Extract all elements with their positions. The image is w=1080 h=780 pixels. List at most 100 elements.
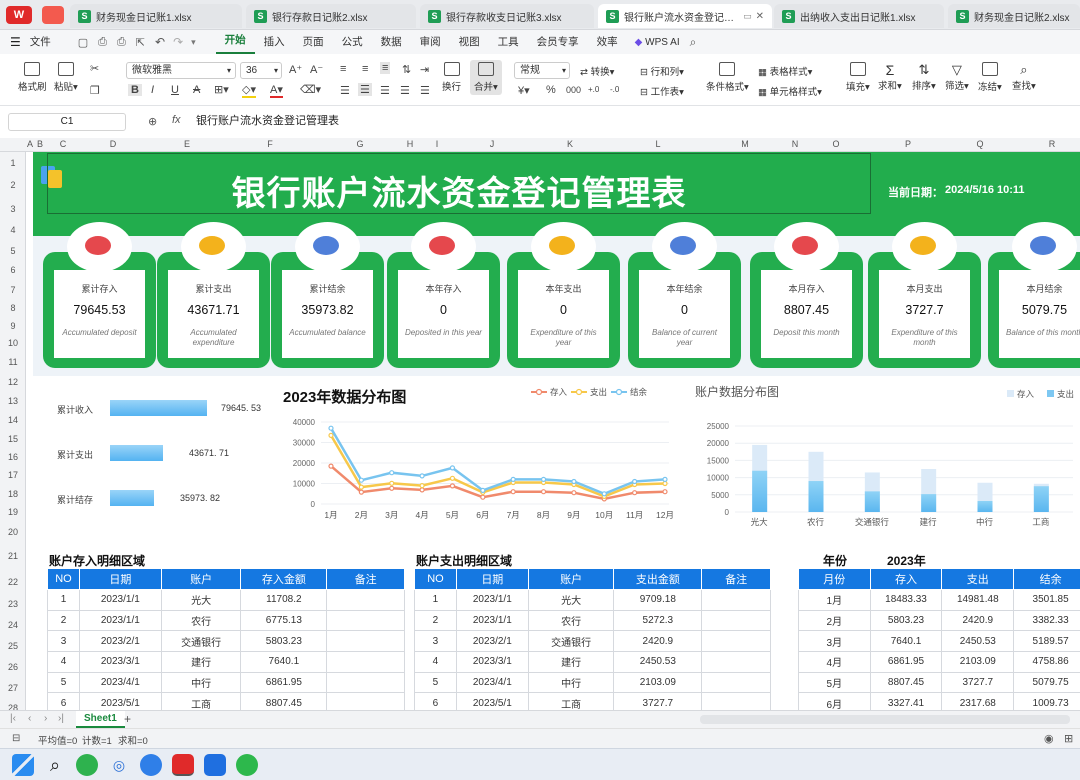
table-cell[interactable]: 2023/4/1 bbox=[455, 671, 529, 694]
table-cell[interactable] bbox=[701, 671, 771, 694]
table-cell[interactable]: 2023/3/1 bbox=[78, 651, 162, 673]
menu-item-7[interactable]: 视图 bbox=[450, 30, 489, 54]
feishu-icon[interactable] bbox=[204, 754, 226, 776]
table-cell[interactable]: 农行 bbox=[527, 609, 615, 632]
align-top-icon[interactable]: ≡ bbox=[340, 63, 346, 75]
horizontal-scrollbar[interactable] bbox=[700, 715, 1070, 724]
table-cell[interactable]: 2023/1/1 bbox=[455, 609, 529, 632]
table-cell[interactable]: 5月 bbox=[798, 671, 871, 694]
browser-icon[interactable] bbox=[140, 754, 162, 776]
table-cell[interactable] bbox=[701, 692, 771, 710]
increase-decimal-icon[interactable]: +.0 bbox=[588, 85, 599, 94]
table-cell[interactable]: 2450.53 bbox=[941, 630, 1015, 653]
column-header[interactable]: 备注 bbox=[701, 568, 771, 590]
column-header[interactable]: 月份 bbox=[798, 568, 871, 590]
row-header-cell[interactable]: 23 bbox=[0, 599, 26, 609]
monitor-icon[interactable]: ▭ bbox=[743, 11, 752, 22]
table-cell[interactable]: 建行 bbox=[527, 651, 615, 673]
cut-icon[interactable]: ✂ bbox=[90, 62, 99, 75]
fill-color-icon[interactable]: ◇▾ bbox=[242, 83, 256, 98]
column-header[interactable]: 备注 bbox=[326, 568, 405, 590]
row-header-cell[interactable]: 22 bbox=[0, 577, 26, 587]
table-cell[interactable]: 2023/2/1 bbox=[78, 630, 162, 653]
table-cell[interactable]: 2103.09 bbox=[613, 671, 703, 694]
row-header-cell[interactable]: 8 bbox=[0, 303, 26, 313]
table-cell[interactable]: 中行 bbox=[160, 671, 242, 694]
row-header-cell[interactable]: 24 bbox=[0, 620, 26, 630]
table-cell[interactable] bbox=[701, 589, 771, 611]
menu-item-1[interactable]: 开始 bbox=[215, 30, 255, 54]
column-header[interactable]: 日期 bbox=[78, 568, 162, 590]
table-cell[interactable] bbox=[326, 651, 405, 673]
column-header[interactable]: 存入 bbox=[869, 568, 943, 590]
table-cell[interactable]: 5189.57 bbox=[1013, 630, 1080, 653]
table-cell[interactable]: 2023/5/1 bbox=[455, 692, 529, 710]
border-icon[interactable]: ⊞▾ bbox=[214, 83, 229, 96]
table-cell[interactable]: 6775.13 bbox=[240, 609, 328, 632]
table-cell[interactable]: 2317.68 bbox=[941, 692, 1015, 710]
table-cell[interactable]: 7640.1 bbox=[869, 630, 943, 653]
find-button[interactable]: ⌕ 查找▾ bbox=[1012, 62, 1036, 92]
table-cell[interactable]: 3 bbox=[47, 630, 80, 653]
table-cell[interactable]: 6 bbox=[47, 692, 80, 710]
number-format-select[interactable]: 常规 ▾ bbox=[514, 62, 570, 79]
row-col-button[interactable]: ⊟ 行和列▾ bbox=[640, 64, 684, 78]
italic-icon[interactable]: I bbox=[151, 84, 154, 96]
wechat-icon[interactable] bbox=[236, 754, 258, 776]
menu-item-9[interactable]: 会员专享 bbox=[528, 30, 588, 54]
column-header-cell[interactable]: K bbox=[562, 139, 578, 149]
column-header-cell[interactable]: E bbox=[179, 139, 195, 149]
table-cell[interactable]: 4 bbox=[47, 651, 80, 673]
table-cell[interactable]: 农行 bbox=[160, 609, 242, 632]
align-bottom-icon[interactable]: ≡ bbox=[380, 62, 391, 74]
table-cell[interactable]: 2 bbox=[47, 609, 80, 632]
table-cell[interactable]: 2023/1/1 bbox=[78, 589, 162, 611]
row-header-cell[interactable]: 12 bbox=[0, 377, 26, 387]
align-left-icon[interactable]: ☰ bbox=[340, 84, 350, 97]
row-header-cell[interactable]: 14 bbox=[0, 415, 26, 425]
column-header[interactable]: 账户 bbox=[527, 568, 615, 590]
export-icon[interactable]: ⇱ bbox=[136, 36, 145, 49]
column-header[interactable]: 日期 bbox=[455, 568, 529, 590]
font-color-icon[interactable]: A▾ bbox=[270, 83, 283, 98]
row-header-cell[interactable]: 7 bbox=[0, 285, 26, 295]
font-name-select[interactable]: 微软雅黑 ▾ bbox=[126, 62, 236, 79]
table-cell[interactable]: 6 bbox=[414, 692, 457, 710]
file-tab-2[interactable]: S 银行存款日记账2.xlsx bbox=[246, 4, 416, 28]
file-tab-1[interactable]: S 财务现金日记账1.xlsx bbox=[70, 4, 242, 28]
table-cell[interactable]: 14981.48 bbox=[941, 589, 1015, 611]
table-cell[interactable] bbox=[326, 692, 405, 710]
font-size-select[interactable]: 36 ▾ bbox=[240, 62, 282, 79]
merge-button[interactable]: 合并▾ bbox=[470, 60, 502, 95]
menu-item-6[interactable]: 审阅 bbox=[411, 30, 450, 54]
table-cell[interactable] bbox=[326, 630, 405, 653]
sort-button[interactable]: ⇅ 排序▾ bbox=[912, 62, 936, 92]
table-cell[interactable]: 2023/5/1 bbox=[78, 692, 162, 710]
sum-button[interactable]: Σ 求和▾ bbox=[878, 62, 902, 92]
justify-icon[interactable]: ☰ bbox=[400, 84, 410, 97]
pdf-icon[interactable] bbox=[42, 6, 64, 24]
copy-icon[interactable]: ❐ bbox=[90, 84, 100, 97]
redo-icon[interactable]: ↷ bbox=[173, 35, 183, 49]
table-cell[interactable]: 2023/3/1 bbox=[455, 651, 529, 673]
wrap-button[interactable]: 换行 bbox=[442, 62, 461, 93]
row-header-cell[interactable]: 2 bbox=[0, 180, 26, 190]
table-style-button[interactable]: ▦ 表格样式▾ bbox=[758, 64, 812, 78]
file-tab-6[interactable]: S 财务现金日记账2.xlsx bbox=[948, 4, 1080, 28]
align-center-icon[interactable]: ☰ bbox=[358, 83, 372, 96]
table-cell[interactable]: 3382.33 bbox=[1013, 609, 1080, 632]
table-cell[interactable]: 2420.9 bbox=[941, 609, 1015, 632]
column-header-cell[interactable]: P bbox=[900, 139, 916, 149]
row-header-cell[interactable]: 13 bbox=[0, 396, 26, 406]
column-header[interactable]: 账户 bbox=[160, 568, 242, 590]
table-cell[interactable]: 1 bbox=[414, 589, 457, 611]
strikethrough-icon[interactable]: A bbox=[193, 84, 200, 96]
column-header-cell[interactable]: O bbox=[828, 139, 844, 149]
file-tab-3[interactable]: S 银行存款收支日记账3.xlsx bbox=[420, 4, 594, 28]
row-header-cell[interactable]: 19 bbox=[0, 507, 26, 517]
menu-file[interactable]: 文件 bbox=[21, 30, 60, 54]
column-header-cell[interactable]: R bbox=[1044, 139, 1060, 149]
column-header-cell[interactable]: C bbox=[55, 139, 71, 149]
table-cell[interactable] bbox=[701, 609, 771, 632]
row-header-cell[interactable]: 3 bbox=[0, 204, 26, 214]
